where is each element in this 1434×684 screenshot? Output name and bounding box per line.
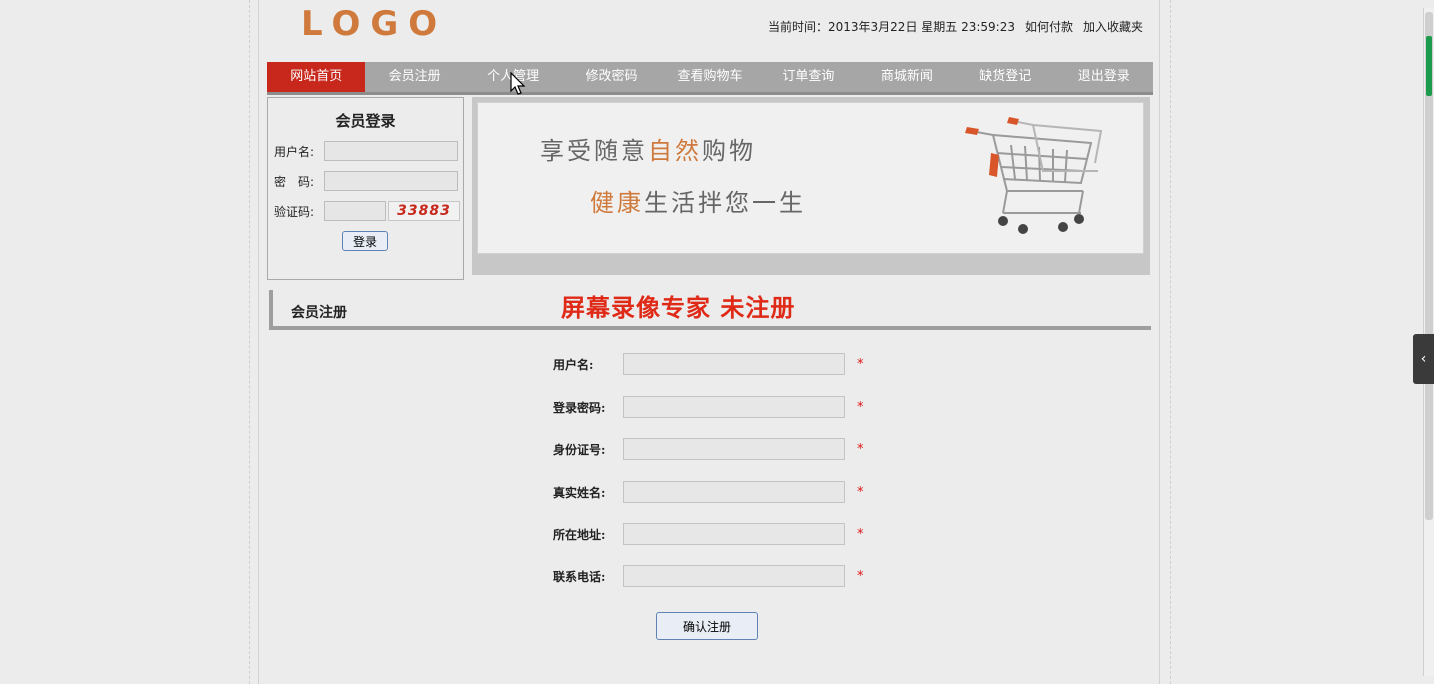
- form-row-idcard: 身份证号: *: [553, 438, 864, 460]
- required-mark: *: [857, 568, 864, 584]
- form-row-password: 登录密码: *: [553, 396, 864, 418]
- required-mark: *: [857, 441, 864, 457]
- site-logo[interactable]: LOGO: [301, 4, 447, 44]
- username-label: 用户名:: [553, 357, 594, 372]
- page-container: LOGO 当前时间：2013年3月22日 星期五 23:59:23 如何付款 加…: [258, 0, 1160, 684]
- password-input[interactable]: [623, 396, 845, 418]
- nav-news[interactable]: 商城新闻: [858, 62, 956, 92]
- nav-home[interactable]: 网站首页: [267, 62, 366, 92]
- form-row-address: 所在地址: *: [553, 523, 864, 545]
- scrollbar-marker: [1426, 36, 1432, 96]
- current-time: 当前时间：2013年3月22日 星期五 23:59:23: [768, 20, 1015, 34]
- nav-logout[interactable]: 退出登录: [1055, 62, 1153, 92]
- required-mark: *: [857, 356, 864, 372]
- login-captcha-input[interactable]: [324, 201, 386, 221]
- idcard-input[interactable]: [623, 438, 845, 460]
- favorite-link[interactable]: 加入收藏夹: [1083, 18, 1143, 35]
- banner-slogan-line2: 健康生活拌您一生: [590, 183, 806, 218]
- required-mark: *: [857, 399, 864, 415]
- form-row-username: 用户名: *: [553, 353, 864, 375]
- nav-cart[interactable]: 查看购物车: [661, 62, 759, 92]
- phone-input[interactable]: [623, 565, 845, 587]
- realname-input[interactable]: [623, 481, 845, 503]
- nav-change-password[interactable]: 修改密码: [562, 62, 660, 92]
- slogan-part: 享受随意: [540, 137, 648, 165]
- login-password-label: 密 码:: [274, 174, 315, 189]
- confirm-register-button[interactable]: 确认注册: [656, 612, 758, 640]
- slogan-highlight: 自然: [648, 137, 702, 165]
- address-input[interactable]: [623, 523, 845, 545]
- form-row-phone: 联系电话: *: [553, 565, 864, 587]
- realname-label: 真实姓名:: [553, 485, 606, 500]
- login-panel: 会员登录 用户名: 密 码: 验证码: 33883 登录: [267, 97, 464, 280]
- form-row-realname: 真实姓名: *: [553, 481, 864, 503]
- captcha-image[interactable]: 33883: [388, 201, 460, 221]
- login-password-input[interactable]: [324, 171, 458, 191]
- login-button[interactable]: 登录: [342, 231, 388, 251]
- required-mark: *: [857, 484, 864, 500]
- idcard-label: 身份证号:: [553, 442, 606, 457]
- register-section-title: 会员注册: [291, 305, 347, 321]
- banner-inner: 享受随意自然购物 健康生活拌您一生: [477, 102, 1144, 254]
- slogan-part: 购物: [702, 137, 756, 165]
- login-username-row: 用户名:: [274, 141, 458, 161]
- slogan-highlight: 健康: [590, 189, 644, 217]
- username-input[interactable]: [623, 353, 845, 375]
- payment-link[interactable]: 如何付款: [1025, 18, 1073, 35]
- phone-label: 联系电话:: [553, 569, 606, 584]
- password-label: 登录密码:: [553, 400, 606, 415]
- nav-register[interactable]: 会员注册: [365, 62, 463, 92]
- chevron-left-icon[interactable]: ‹: [1413, 334, 1434, 384]
- login-username-input[interactable]: [324, 141, 458, 161]
- nav-orders[interactable]: 订单查询: [759, 62, 857, 92]
- login-title: 会员登录: [335, 112, 396, 130]
- login-password-row: 密 码:: [274, 171, 458, 191]
- required-mark: *: [857, 526, 864, 542]
- address-label: 所在地址:: [553, 527, 606, 542]
- register-section-header: 会员注册 屏幕录像专家 未注册: [269, 290, 1151, 330]
- recording-watermark: 屏幕录像专家 未注册: [561, 293, 796, 322]
- promo-banner: 享受随意自然购物 健康生活拌您一生: [472, 97, 1150, 275]
- slogan-part: 生活拌您一生: [644, 189, 806, 217]
- login-captcha-label: 验证码:: [274, 204, 315, 219]
- banner-slogan-line1: 享受随意自然购物: [540, 131, 756, 166]
- shopping-cart-icon: [965, 117, 1103, 234]
- login-captcha-row: 验证码: 33883: [274, 201, 460, 221]
- mouse-cursor-icon: [510, 72, 526, 95]
- nav-stockout[interactable]: 缺货登记: [956, 62, 1054, 92]
- main-nav: 网站首页 会员注册 个人管理 修改密码 查看购物车 订单查询 商城新闻 缺货登记…: [267, 62, 1153, 95]
- login-username-label: 用户名:: [274, 144, 315, 159]
- header-info: 当前时间：2013年3月22日 星期五 23:59:23 如何付款 加入收藏夹: [768, 18, 1143, 35]
